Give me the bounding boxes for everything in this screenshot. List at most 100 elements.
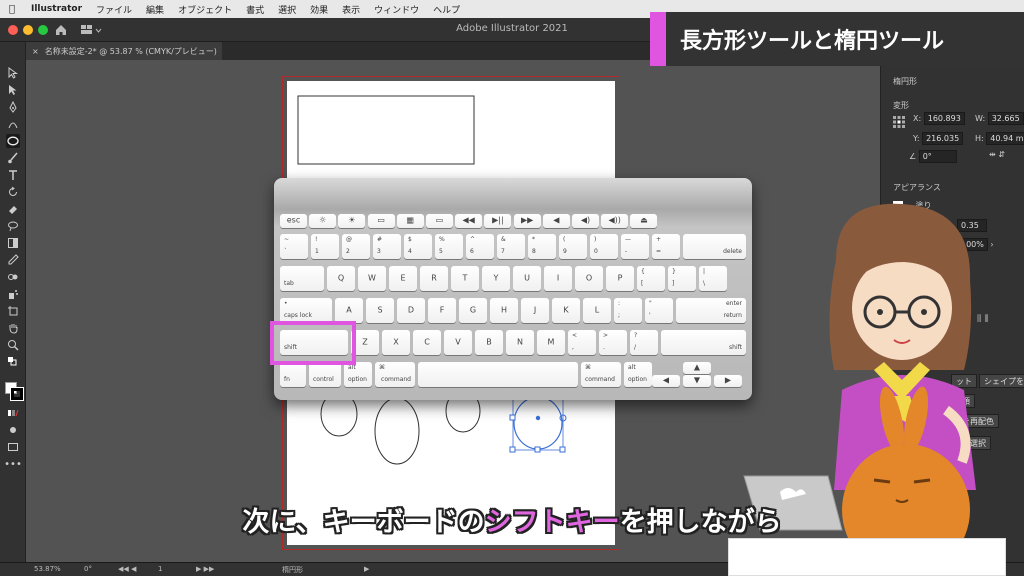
key-letter-x: X xyxy=(382,330,410,355)
key-arrow-up: ▲ xyxy=(683,362,711,374)
ellipse-tool-icon[interactable] xyxy=(6,134,20,148)
key-number: + = xyxy=(652,234,680,259)
default-colors-icon[interactable] xyxy=(6,355,20,369)
width-field[interactable]: 32.665 xyxy=(987,112,1024,125)
key-number: ) 0 xyxy=(590,234,618,259)
stroke-swatch[interactable] xyxy=(10,387,24,401)
paintbrush-tool-icon[interactable] xyxy=(6,151,20,165)
zoom-tool-icon[interactable] xyxy=(6,338,20,352)
h-label: H: xyxy=(975,134,984,143)
selection-tool-icon[interactable] xyxy=(6,66,20,80)
key-number: — - xyxy=(621,234,649,259)
key-letter-s: S xyxy=(366,298,394,323)
rotate-tool-icon[interactable] xyxy=(6,185,20,199)
x-position-field[interactable]: 160.893 xyxy=(923,112,965,125)
lasso-tool-icon[interactable] xyxy=(6,219,20,233)
flip-icons[interactable]: ⇹ ⇵ xyxy=(989,150,1005,159)
draw-mode-icon[interactable] xyxy=(6,423,20,437)
type-tool-icon[interactable] xyxy=(6,168,20,182)
pen-tool-icon[interactable] xyxy=(6,100,20,114)
key-fn-11: ◀)) xyxy=(601,214,629,228)
key-letter-p: P xyxy=(606,266,634,291)
rectangle-shape[interactable] xyxy=(297,95,475,165)
x-label: X: xyxy=(913,114,922,123)
artboard-nav-prev[interactable]: ◀◀ ◀ xyxy=(118,565,136,573)
more-tools-icon[interactable]: ••• xyxy=(4,457,22,471)
screen-mode-icon[interactable] xyxy=(6,440,20,454)
zoom-level[interactable]: 53.87% xyxy=(34,565,61,573)
key-fn-6: ◀◀ xyxy=(455,214,483,228)
key-letter-j: J xyxy=(521,298,549,323)
direct-selection-tool-icon[interactable] xyxy=(6,83,20,97)
key-command-left: ⌘ command xyxy=(375,362,415,387)
key-fn-5: ▭ xyxy=(426,214,453,228)
key-punct: >. xyxy=(599,330,627,355)
document-tab[interactable]: × 名称未設定-2* @ 53.87 % (CMYK/プレビュー) xyxy=(26,42,222,60)
hand-tool-icon[interactable] xyxy=(6,321,20,335)
key-letter-o: O xyxy=(575,266,603,291)
menu-window[interactable]: ウィンドウ xyxy=(367,3,426,16)
menu-edit[interactable]: 編集 xyxy=(139,3,171,16)
eyedropper-tool-icon[interactable] xyxy=(6,253,20,267)
key-letter-v: V xyxy=(444,330,472,355)
blend-tool-icon[interactable] xyxy=(6,270,20,284)
key-punct: :; xyxy=(614,298,642,323)
artboard-tool-icon[interactable] xyxy=(6,304,20,318)
rotation-angle-field[interactable]: 0° xyxy=(918,150,957,163)
key-punct: {[ xyxy=(637,266,665,291)
menu-effect[interactable]: 効果 xyxy=(303,3,335,16)
close-tab-icon[interactable]: × xyxy=(32,47,39,56)
key-fn-12: ⏏ xyxy=(630,214,658,228)
apple-icon[interactable]:  xyxy=(0,4,24,15)
y-position-field[interactable]: 216.035 xyxy=(922,132,964,145)
key-number: #3 xyxy=(373,234,401,259)
key-punct: | \ xyxy=(699,266,727,291)
document-tab-label: 名称未設定-2* @ 53.87 % (CMYK/プレビュー) xyxy=(44,46,217,56)
height-field[interactable]: 40.94 m xyxy=(986,132,1024,145)
key-letter-q: Q xyxy=(327,266,355,291)
banner-accent xyxy=(650,12,666,66)
menu-select[interactable]: 選択 xyxy=(271,3,303,16)
artboard-nav-next[interactable]: ▶ ▶▶ xyxy=(196,565,214,573)
eraser-tool-icon[interactable] xyxy=(6,202,20,216)
key-letter-u: U xyxy=(513,266,541,291)
menu-view[interactable]: 表示 xyxy=(335,3,367,16)
menu-app[interactable]: Illustrator xyxy=(24,4,89,14)
artboard-number[interactable]: 1 xyxy=(158,565,162,573)
symbol-sprayer-tool-icon[interactable] xyxy=(6,287,20,301)
key-number: ^ 6 xyxy=(466,234,494,259)
shift-key-highlight xyxy=(270,321,356,365)
key-fn-8: ▶▶ xyxy=(513,214,541,228)
status-menu-arrow[interactable]: ▶ xyxy=(364,565,369,573)
key-number: & 7 xyxy=(497,234,525,259)
key-letter-i: I xyxy=(544,266,572,291)
menu-help[interactable]: ヘルプ xyxy=(426,3,467,16)
key-letter-k: K xyxy=(552,298,580,323)
key-letter-f: F xyxy=(428,298,456,323)
key-arrow-left: ◀ xyxy=(652,375,680,387)
y-label: Y: xyxy=(913,134,920,143)
key-letter-w: W xyxy=(358,266,386,291)
w-label: W: xyxy=(975,114,986,123)
selected-ellipse[interactable] xyxy=(509,396,567,453)
curvature-tool-icon[interactable] xyxy=(6,117,20,131)
banner-title: 長方形ツールと楕円ツール xyxy=(680,29,945,54)
key-letter-d: D xyxy=(397,298,425,323)
key-letter-c: C xyxy=(413,330,441,355)
key-fn-9: ◀ xyxy=(542,214,570,228)
menu-object[interactable]: オブジェクト xyxy=(171,3,239,16)
key-arrow-down: ▼ xyxy=(683,375,711,387)
key-punct: ? / xyxy=(630,330,658,355)
appearance-heading: アピアランス xyxy=(893,183,941,192)
reference-point-icon[interactable] xyxy=(893,116,905,130)
ellipse-shape[interactable] xyxy=(374,397,420,465)
gradient-tool-icon[interactable] xyxy=(6,236,20,250)
rotation-view[interactable]: 0° xyxy=(84,565,92,573)
key-fn-1: ☼ xyxy=(309,214,337,228)
color-mode-icon[interactable] xyxy=(6,406,20,420)
menu-file[interactable]: ファイル xyxy=(89,3,139,16)
key-space xyxy=(418,362,578,387)
key-fn-2: ☀ xyxy=(338,214,366,228)
menu-type[interactable]: 書式 xyxy=(239,3,271,16)
key-letter-y: Y xyxy=(482,266,510,291)
